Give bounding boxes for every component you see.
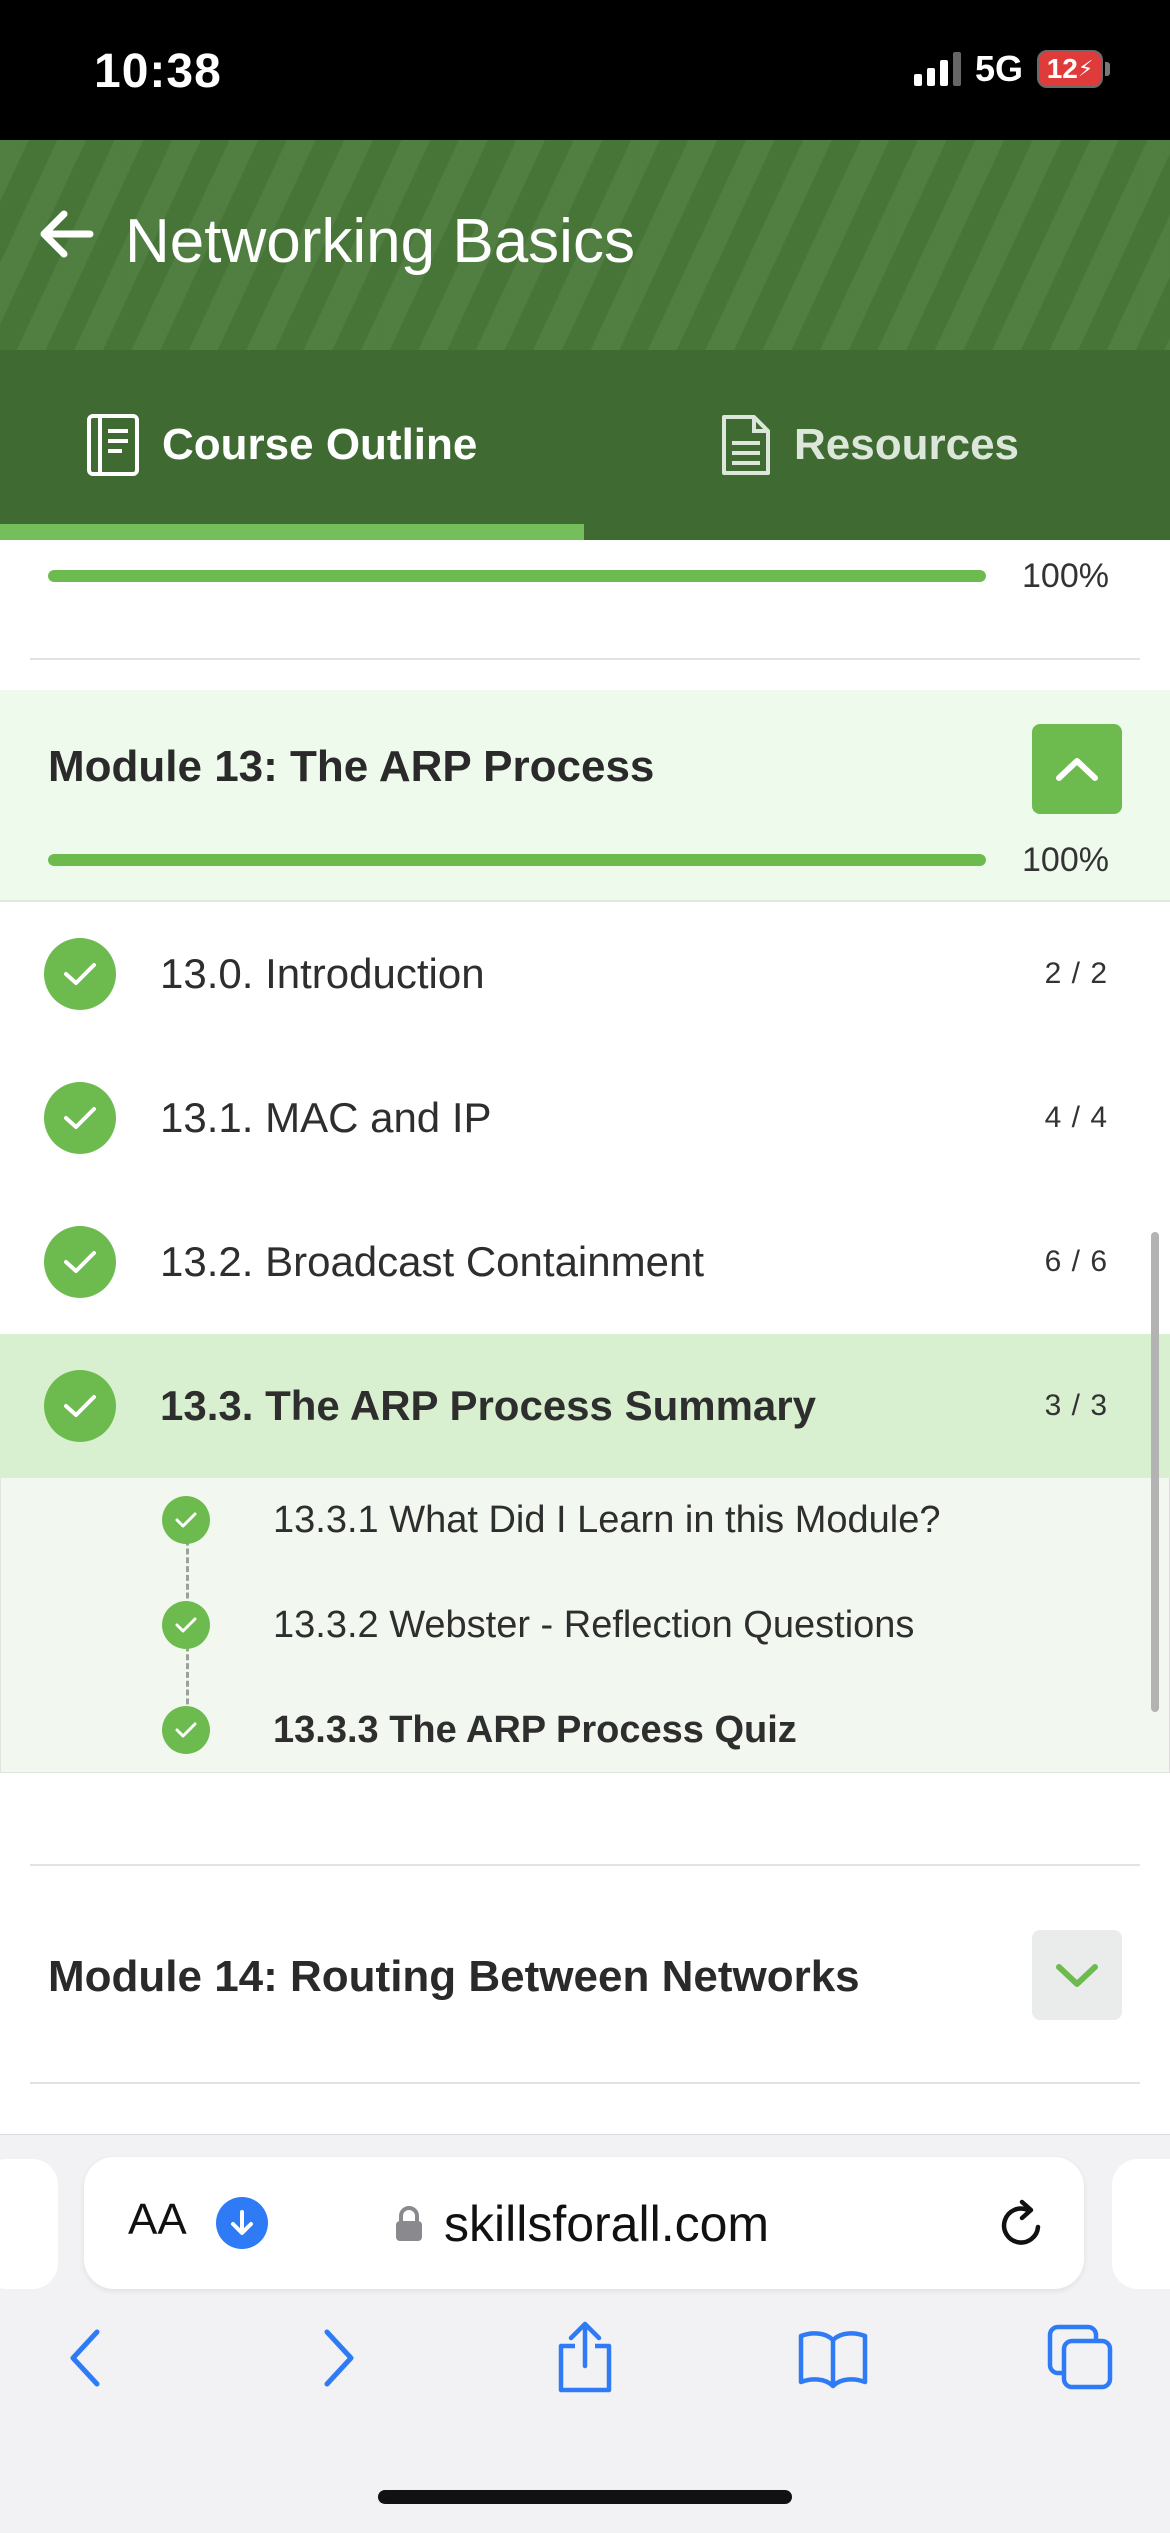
book-icon [798,2331,868,2389]
share-button[interactable] [540,2313,630,2403]
lesson-subitems-panel: 13.3.1 What Did I Learn in this Module? … [0,1478,1170,1773]
back-button[interactable] [34,202,98,266]
check-circle-icon [162,1601,210,1649]
chevron-right-icon [324,2329,354,2387]
module-13-header[interactable]: Module 13: The ARP Process 100% [0,690,1170,902]
module-13-progress: 100% [48,840,1118,880]
progress-percent: 100% [1022,840,1109,879]
app-header: Networking Basics [0,140,1170,350]
subitem-row-current[interactable]: 13.3.3 The ARP Process Quiz [1,1690,1170,1770]
tabs-icon [1047,2324,1113,2390]
lesson-row[interactable]: 13.1. MAC and IP 4 / 4 [0,1046,1170,1190]
check-circle-icon [44,1370,116,1442]
tabs-button[interactable] [1036,2313,1126,2403]
cellular-signal-icon [913,52,961,86]
progress-fill [48,570,986,582]
status-time: 10:38 [94,45,222,98]
lesson-label: 13.3. The ARP Process Summary [160,1382,816,1429]
status-bar: 10:38 5G 12 ⚡ [0,0,1170,140]
back-nav-button[interactable] [40,2313,130,2403]
chevron-down-icon [1056,1964,1098,1987]
tab-resources[interactable]: Resources [720,350,1019,540]
lesson-count: 6 / 6 [1044,1245,1108,1278]
module-14-header[interactable]: Module 14: Routing Between Networks [0,1866,1170,2082]
browser-bottom-bar: AA skillsforall.com [0,2134,1170,2533]
reader-settings-button[interactable]: AA [128,2195,187,2245]
home-indicator [378,2490,792,2504]
text-size-label: AA [128,2195,187,2244]
lesson-row[interactable]: 13.0. Introduction 2 / 2 [0,902,1170,1046]
subitem-row[interactable]: 13.3.1 What Did I Learn in this Module? [1,1480,1170,1560]
previous-module-progress: 100% [48,556,1118,596]
download-icon[interactable] [216,2197,268,2249]
lesson-label: 13.0. Introduction [160,950,485,997]
document-icon [722,415,770,475]
subitem-label: 13.3.2 Webster - Reflection Questions [273,1603,915,1646]
tab-bar: Course Outline Resources [0,350,1170,540]
lesson-row[interactable]: 13.2. Broadcast Containment 6 / 6 [0,1190,1170,1334]
progress-track [48,570,986,582]
lesson-row-active[interactable]: 13.3. The ARP Process Summary 3 / 3 [0,1334,1170,1478]
divider [30,658,1140,660]
address-bar[interactable]: AA skillsforall.com [84,2157,1084,2289]
expand-module-button[interactable] [1032,1930,1122,2020]
network-type: 5G [974,48,1023,89]
divider [30,2082,1140,2084]
status-indicators: 5G 12 ⚡ [913,48,1110,90]
chevron-left-icon [70,2329,100,2387]
forward-nav-button[interactable] [294,2313,384,2403]
check-circle-icon [44,1226,116,1298]
progress-percent: 100% [1022,556,1109,595]
page-title: Networking Basics [125,207,635,276]
lesson-count: 3 / 3 [1044,1389,1108,1422]
previous-tab-card[interactable] [0,2159,58,2289]
arrow-left-icon [40,210,94,258]
module-13-title: Module 13: The ARP Process [48,742,655,791]
module-14-title: Module 14: Routing Between Networks [48,1952,860,2001]
share-icon [558,2321,612,2393]
bookmarks-button[interactable] [788,2313,878,2403]
tab-course-outline[interactable]: Course Outline [86,350,477,540]
tab-resources-label: Resources [794,420,1020,469]
subitem-row[interactable]: 13.3.2 Webster - Reflection Questions [1,1585,1170,1665]
check-circle-icon [162,1706,210,1754]
lesson-count: 2 / 2 [1044,957,1108,990]
battery-icon: 12 ⚡ [1037,50,1110,88]
check-circle-icon [44,1082,116,1154]
outline-book-icon [87,414,139,476]
url-text: skillsforall.com [444,2196,770,2252]
progress-fill [48,854,986,866]
reload-icon[interactable] [994,2193,1050,2253]
tab-course-outline-label: Course Outline [162,420,478,469]
check-circle-icon [162,1496,210,1544]
lesson-label: 13.1. MAC and IP [160,1094,492,1141]
battery-level: 12 [1046,53,1078,84]
scrollbar[interactable] [1151,1232,1159,1712]
lesson-count: 4 / 4 [1044,1101,1108,1134]
progress-track [48,854,986,866]
subitem-label: 13.3.1 What Did I Learn in this Module? [273,1498,941,1541]
lesson-label: 13.2. Broadcast Containment [160,1238,704,1285]
tab-selected-indicator [0,524,584,540]
collapse-module-button[interactable] [1032,724,1122,814]
check-circle-icon [44,938,116,1010]
next-tab-card[interactable] [1112,2159,1170,2289]
chevron-up-icon [1056,758,1098,781]
lock-icon [396,2206,422,2241]
subitem-label: 13.3.3 The ARP Process Quiz [273,1708,797,1751]
